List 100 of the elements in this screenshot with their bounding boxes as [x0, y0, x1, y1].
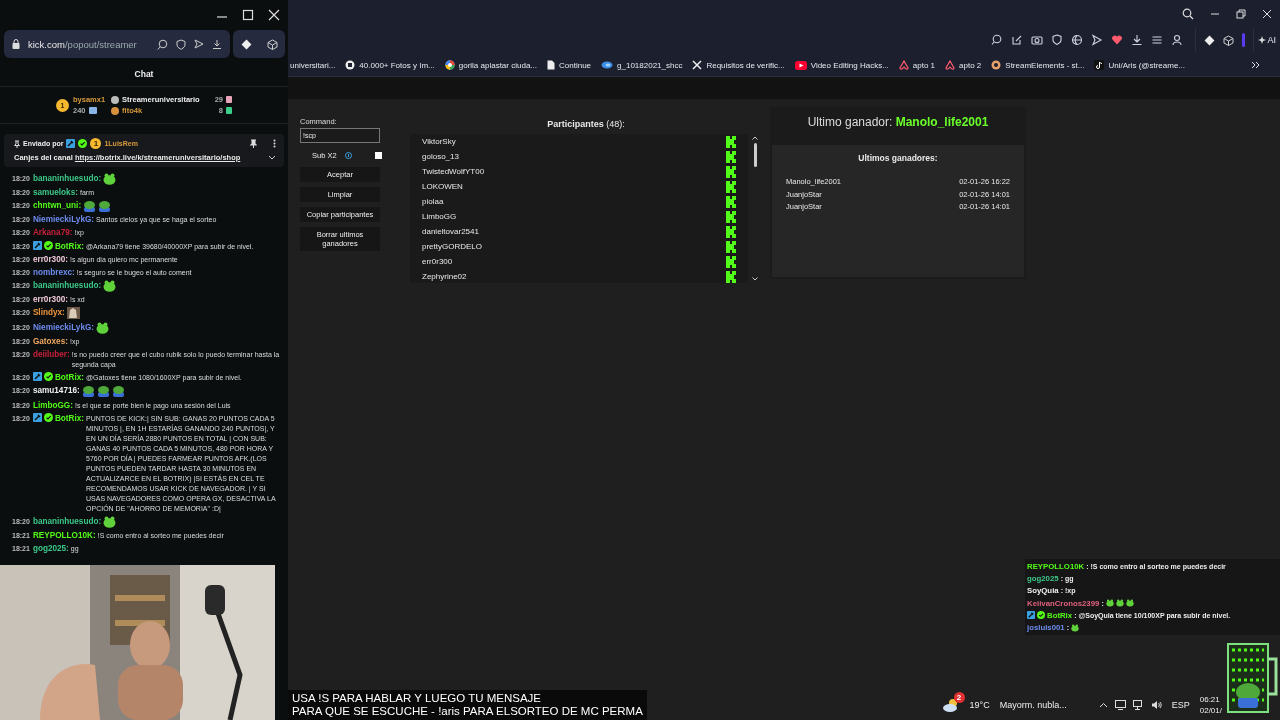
- send-icon[interactable]: [194, 39, 204, 49]
- play-icon: [794, 60, 807, 70]
- globe-icon[interactable]: [1071, 34, 1084, 46]
- speaker-icon[interactable]: [1150, 700, 1162, 710]
- lock-icon: [12, 39, 20, 49]
- bookmark[interactable]: g_10182021_shcc: [601, 60, 683, 70]
- scrollbar-thumb[interactable]: [753, 143, 757, 167]
- globe-icon: [444, 60, 455, 70]
- chat-username[interactable]: NiemieckiLykG:: [32, 215, 95, 226]
- close-icon[interactable]: [268, 9, 280, 21]
- verified-badge-icon: [43, 412, 53, 422]
- chat-username[interactable]: BotRix:: [54, 373, 84, 384]
- frog-emote-icon: [103, 280, 117, 293]
- participants-title: Participantes (48):: [547, 118, 625, 131]
- chat-username[interactable]: REYPOLLO10K:: [32, 531, 96, 542]
- search-icon[interactable]: [1182, 8, 1194, 20]
- chat-username[interactable]: gog2025:: [32, 544, 69, 555]
- bookmark[interactable]: apto 1: [898, 60, 936, 70]
- chat-username[interactable]: NiemieckiLykG:: [32, 322, 95, 333]
- cube-icon[interactable]: [1223, 34, 1235, 46]
- participant-name: LOKOWEN: [422, 182, 463, 191]
- subtitle-line: USA !S PARA HABLAR Y LUEGO TU MENSAJE: [292, 692, 543, 705]
- chat-username[interactable]: BotRix:: [54, 241, 84, 252]
- pixel-logo-icon: [726, 135, 736, 148]
- frog-emote-icon: [98, 199, 112, 212]
- chat-username[interactable]: Slindyx:: [32, 308, 65, 319]
- cloud-sun-icon[interactable]: [941, 698, 960, 712]
- shield-icon[interactable]: [1051, 34, 1064, 46]
- frog-emote-icon: [96, 321, 110, 334]
- bookmark[interactable]: 40.000+ Fotos y Im...: [345, 60, 435, 70]
- chat-username[interactable]: BotRix:: [54, 413, 84, 424]
- download-icon[interactable]: [1131, 34, 1144, 46]
- frog-emote-icon: [83, 199, 97, 212]
- frog-emote-icon: [103, 515, 117, 528]
- heart-icon[interactable]: [1111, 34, 1124, 46]
- scroll-up-icon[interactable]: [752, 136, 758, 140]
- chat-username[interactable]: bananinhuesudo:: [32, 173, 102, 184]
- monitor-icon[interactable]: [1114, 700, 1126, 710]
- last-winner-text: Ultimo ganador: Manolo_life2001: [807, 115, 989, 131]
- chat-username[interactable]: bananinhuesudo:: [32, 516, 102, 527]
- ai-button[interactable]: AI: [1254, 35, 1280, 45]
- pixel-logo-icon: [726, 180, 736, 193]
- bookmark[interactable]: universitari...: [290, 60, 336, 70]
- network-icon[interactable]: [1132, 700, 1144, 710]
- wrench-badge-icon: [32, 412, 42, 422]
- maximize-icon[interactable]: [242, 9, 254, 21]
- chevron-up-icon[interactable]: [1098, 702, 1108, 708]
- bookmark[interactable]: gorila aplastar ciuda...: [444, 60, 537, 70]
- temperature: 19°C: [969, 700, 990, 710]
- bookmark[interactable]: apto 2: [945, 60, 982, 70]
- address-bar[interactable]: kick.com/popout/streamer: [4, 30, 230, 58]
- bookmark[interactable]: Requisitos de verific...: [692, 60, 785, 70]
- sliders-icon[interactable]: [1151, 34, 1164, 46]
- chevron-down-icon[interactable]: [268, 154, 276, 161]
- participant-name: err0r300: [422, 257, 453, 266]
- chat-username[interactable]: Gatoxes:: [32, 336, 68, 347]
- chat-username[interactable]: err0r300:: [32, 254, 68, 265]
- participant-name: goloso_13: [422, 152, 459, 161]
- chat-username[interactable]: samu14716:: [32, 386, 80, 397]
- chat-username[interactable]: err0r300:: [32, 295, 68, 306]
- zoom-icon[interactable]: [157, 38, 168, 50]
- camera-icon[interactable]: [1031, 34, 1044, 46]
- chat-username[interactable]: samueloks:: [32, 187, 78, 198]
- scroll-down-icon[interactable]: [752, 277, 758, 281]
- chat-username[interactable]: LimboGG:: [32, 400, 73, 411]
- chat-username[interactable]: deiiluber:: [32, 350, 70, 361]
- wrench-badge-icon: [32, 240, 42, 250]
- info-icon: [344, 151, 352, 159]
- chat-username[interactable]: bananinhuesudo:: [32, 281, 102, 292]
- restore-icon[interactable]: [1236, 9, 1246, 19]
- shield-icon[interactable]: [176, 38, 186, 50]
- edit-icon[interactable]: [1011, 34, 1024, 46]
- cube-icon[interactable]: [266, 38, 278, 50]
- language-indicator[interactable]: ESP: [1171, 700, 1190, 710]
- pixel-logo-icon: [726, 270, 736, 283]
- send-icon[interactable]: [1091, 34, 1104, 46]
- participant-name: TwistedWolfYT00: [422, 167, 485, 176]
- participant-name: piolaa: [422, 197, 444, 206]
- more-icon[interactable]: [273, 139, 276, 148]
- close-icon[interactable]: [1262, 9, 1272, 19]
- download-icon[interactable]: [212, 39, 222, 49]
- weather-text: Mayorm. nubla...: [999, 700, 1067, 710]
- person-icon[interactable]: [1171, 34, 1184, 46]
- verified-badge-icon: [43, 372, 53, 382]
- chat-username[interactable]: nombrexc:: [32, 267, 75, 278]
- participant-name: ViktorSky: [422, 137, 456, 146]
- chevrons-right-icon[interactable]: [1251, 61, 1260, 69]
- chat-username[interactable]: chntwn_uni:: [32, 200, 82, 211]
- bookmark[interactable]: Continue: [547, 60, 592, 70]
- notification-badge: 2: [953, 692, 965, 703]
- checkbox[interactable]: [375, 151, 382, 159]
- bookmark[interactable]: StreamElements - st...: [991, 60, 1085, 70]
- music-note-icon: [1094, 60, 1105, 70]
- pin-icon[interactable]: [250, 139, 257, 148]
- subtitle-line: PARA QUE SE ESCUCHE - !aris PARA ELSORTEO DE MC PERMA: [292, 705, 643, 718]
- bookmark[interactable]: Uni/Aris (@streame...: [1094, 60, 1186, 70]
- bookmark[interactable]: Video Editing Hacks...: [794, 60, 889, 70]
- chat-username[interactable]: Arkana79:: [32, 228, 73, 239]
- search-icon[interactable]: [991, 34, 1004, 46]
- recent-winners-title: Ultimos ganadores:: [857, 153, 939, 163]
